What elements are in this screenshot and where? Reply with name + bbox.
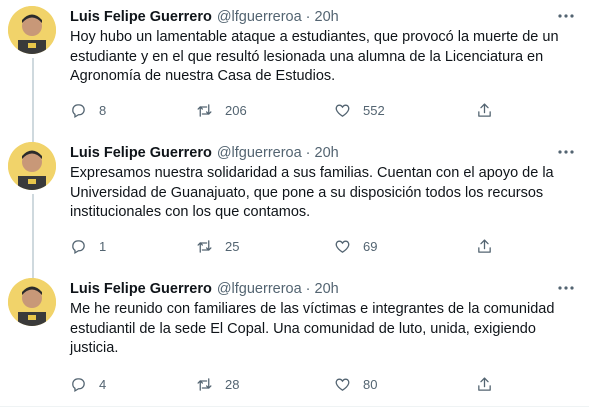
share-button[interactable]	[476, 374, 493, 394]
like-icon	[335, 378, 350, 391]
retweet-count: 25	[225, 238, 240, 254]
like-button[interactable]: 69	[334, 236, 377, 256]
reply-button[interactable]: 8	[70, 100, 106, 120]
tweet-actions: 1 25 69	[70, 236, 500, 256]
reply-count: 1	[99, 238, 107, 254]
author-name[interactable]: Luis Felipe Guerrero	[70, 281, 212, 297]
share-icon	[478, 102, 491, 117]
retweet-count: 206	[225, 102, 247, 118]
reply-count: 4	[99, 376, 107, 392]
retweet-icon	[197, 239, 212, 253]
more-icon[interactable]	[557, 8, 575, 24]
retweet-icon	[197, 103, 212, 117]
author-name[interactable]: Luis Felipe Guerrero	[70, 145, 212, 161]
author-name[interactable]: Luis Felipe Guerrero	[70, 9, 212, 25]
avatar[interactable]	[8, 6, 56, 54]
like-count: 552	[363, 102, 385, 118]
avatar[interactable]	[8, 142, 56, 190]
retweet-button[interactable]: 206	[196, 100, 247, 120]
more-icon[interactable]	[557, 280, 575, 296]
reply-count: 8	[99, 102, 107, 118]
like-count: 69	[363, 238, 378, 254]
timestamp[interactable]: 20h	[315, 145, 339, 161]
reply-icon	[72, 239, 85, 254]
like-count: 80	[363, 376, 378, 392]
like-icon	[335, 240, 350, 253]
separator: ·	[305, 9, 311, 25]
author-handle[interactable]: @lfguerreroa	[217, 281, 302, 297]
like-button[interactable]: 80	[334, 374, 377, 394]
like-icon	[335, 104, 350, 117]
reply-button[interactable]: 1	[70, 236, 106, 256]
avatar[interactable]	[8, 278, 56, 326]
tweet-header: Luis Felipe Guerrero @lfguerreroa · 20h	[70, 6, 339, 28]
share-icon	[478, 376, 491, 391]
reply-icon	[72, 377, 85, 392]
tweet-text: Hoy hubo un lamentable ataque a estudian…	[70, 29, 559, 84]
share-icon	[478, 238, 491, 253]
author-handle[interactable]: @lfguerreroa	[217, 145, 302, 161]
tweet[interactable]: Luis Felipe Guerrero @lfguerreroa · 20h …	[0, 278, 589, 402]
retweet-count: 28	[225, 376, 240, 392]
separator: ·	[305, 281, 311, 297]
tweet[interactable]: Luis Felipe Guerrero @lfguerreroa · 20h …	[0, 142, 589, 272]
tweet-text: Expresamos nuestra solidaridad a sus fam…	[70, 165, 554, 220]
tweet-actions: 4 28 80	[70, 374, 500, 394]
tweet-header: Luis Felipe Guerrero @lfguerreroa · 20h	[70, 142, 339, 164]
retweet-icon	[197, 377, 212, 391]
reply-icon	[72, 103, 85, 118]
tweet[interactable]: Luis Felipe Guerrero @lfguerreroa · 20h …	[0, 6, 589, 136]
share-button[interactable]	[476, 236, 493, 256]
timestamp[interactable]: 20h	[315, 281, 339, 297]
tweet-actions: 8 206 552	[70, 100, 500, 120]
share-button[interactable]	[476, 100, 493, 120]
more-icon[interactable]	[557, 144, 575, 160]
tweet-header: Luis Felipe Guerrero @lfguerreroa · 20h	[70, 278, 339, 300]
tweet-text: Me he reunido con familiares de las víct…	[70, 301, 555, 356]
like-button[interactable]: 552	[334, 100, 385, 120]
reply-button[interactable]: 4	[70, 374, 106, 394]
timestamp[interactable]: 20h	[315, 9, 339, 25]
author-handle[interactable]: @lfguerreroa	[217, 9, 302, 25]
retweet-button[interactable]: 25	[196, 236, 239, 256]
retweet-button[interactable]: 28	[196, 374, 239, 394]
separator: ·	[305, 145, 311, 161]
